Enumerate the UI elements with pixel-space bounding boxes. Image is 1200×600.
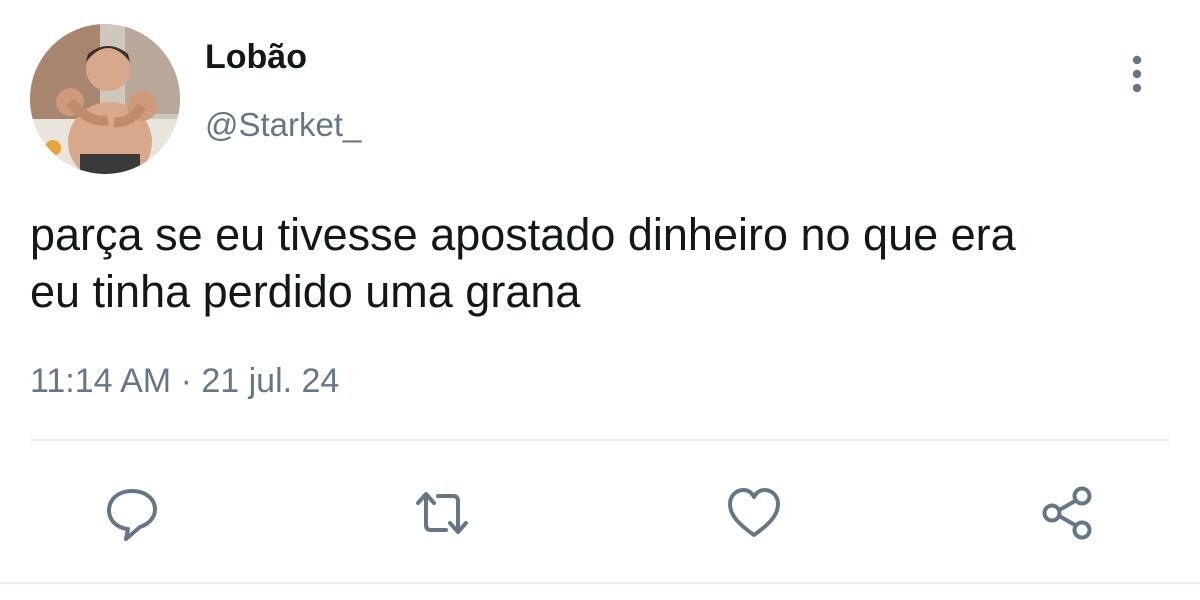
reply-button[interactable] xyxy=(104,485,160,541)
heart-icon xyxy=(728,488,780,537)
vertical-ellipsis-icon xyxy=(1132,55,1142,93)
tweet-text-line: eu tinha perdido uma grana xyxy=(30,266,581,317)
retweet-button[interactable] xyxy=(414,485,470,541)
more-options-button[interactable] xyxy=(1118,52,1156,96)
user-handle[interactable]: @Starket_ xyxy=(205,106,361,144)
profile-photo-icon xyxy=(30,24,180,174)
reply-icon xyxy=(107,489,157,541)
card-bottom-border xyxy=(0,582,1200,584)
tweet-text-line: parça se eu tivesse apostado dinheiro no… xyxy=(30,209,1016,260)
avatar[interactable] xyxy=(30,24,180,174)
display-name[interactable]: Lobão xyxy=(205,38,307,77)
tweet-text: parça se eu tivesse apostado dinheiro no… xyxy=(30,206,1180,320)
like-button[interactable] xyxy=(726,485,782,541)
tweet-timestamp[interactable]: 11:14 AM · 21 jul. 24 xyxy=(30,362,339,401)
tweet-card: Lobão @Starket_ parça se eu tivesse apos… xyxy=(0,0,1200,600)
share-icon xyxy=(1042,486,1092,540)
share-button[interactable] xyxy=(1040,485,1096,541)
divider xyxy=(30,439,1170,441)
retweet-icon xyxy=(416,492,468,534)
